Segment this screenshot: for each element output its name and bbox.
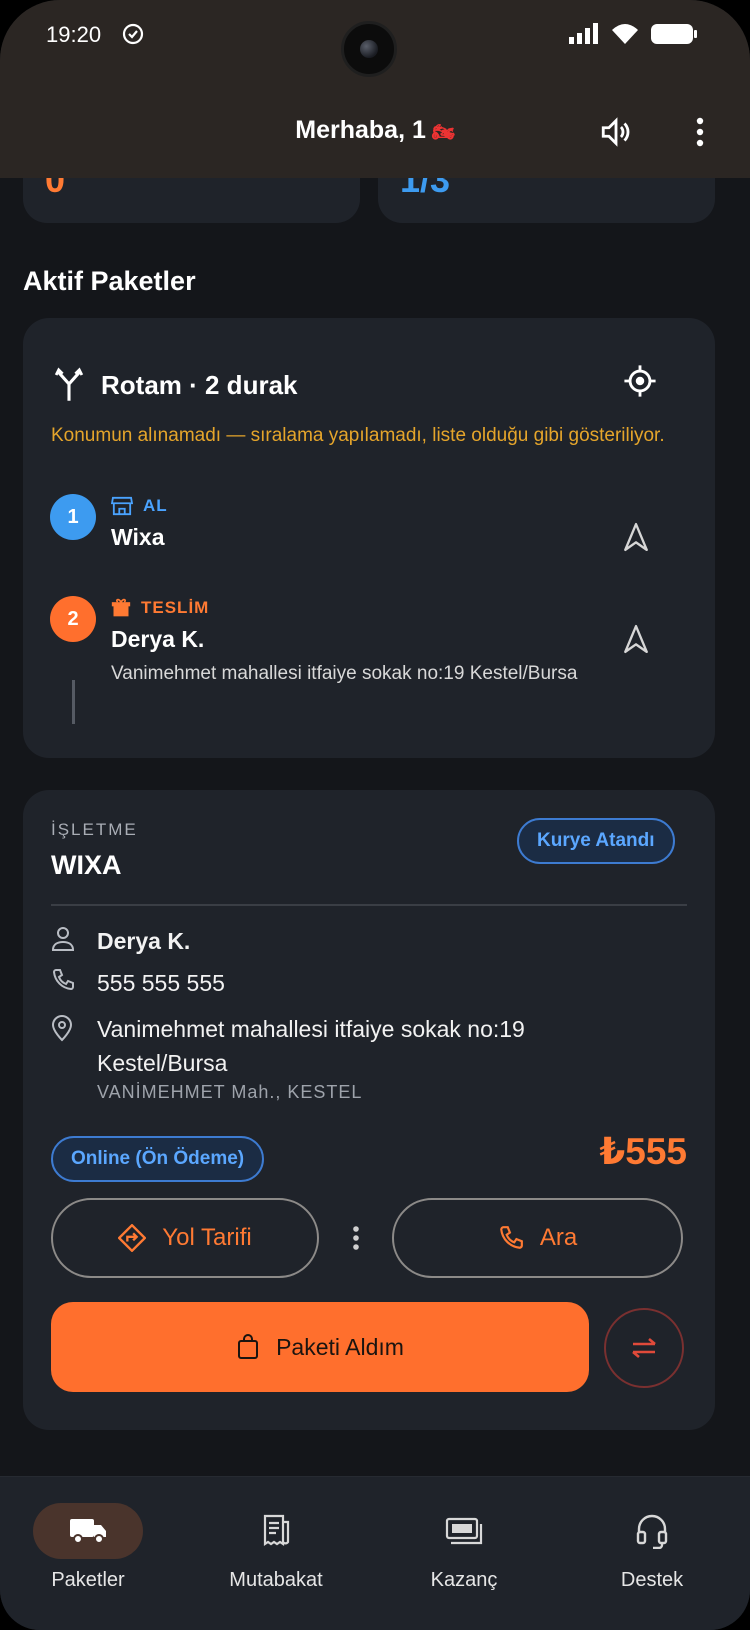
directions-button[interactable]: Yol Tarifi xyxy=(51,1198,319,1278)
bottom-navigation: Paketler Mutabakat Kazanç Destek xyxy=(0,1476,750,1630)
business-name: WIXA xyxy=(51,850,122,880)
front-camera xyxy=(341,21,397,77)
stop-number-badge: 2 xyxy=(50,596,96,642)
signal-icon xyxy=(569,23,598,44)
customer-phone: 555 555 555 xyxy=(97,970,225,996)
route-card: Rotam · 2 durak Konumun alınamadı — sıra… xyxy=(23,318,715,758)
customer-address: Vanimehmet mahallesi itfaiye sokak no:19… xyxy=(97,1016,525,1076)
stop-number-badge: 1 xyxy=(50,494,96,540)
customer-district: VANİMEHMET Mah., KESTEL xyxy=(97,1082,363,1102)
nav-item-mutabakat[interactable]: Mutabakat xyxy=(196,1503,356,1592)
more-vertical-icon xyxy=(353,1226,359,1250)
truck-icon xyxy=(70,1519,106,1544)
swap-button[interactable] xyxy=(604,1308,684,1388)
stop-name: Derya K. xyxy=(111,626,205,652)
wifi-icon xyxy=(612,24,638,44)
section-title: Aktif Paketler xyxy=(23,266,196,296)
customer-row: Derya K. xyxy=(51,924,190,958)
store-icon xyxy=(111,496,133,516)
phone-icon xyxy=(499,1226,523,1249)
route-fork-icon xyxy=(54,367,84,401)
motorcycle-emoji: 🏍 xyxy=(431,122,455,142)
route-title: Rotam · 2 durak xyxy=(101,370,298,400)
status-time: 19:20 xyxy=(46,22,102,47)
sound-button[interactable] xyxy=(594,110,638,154)
phone-row: 555 555 555 xyxy=(51,966,225,1000)
speaker-icon xyxy=(601,117,630,147)
more-actions-button[interactable] xyxy=(341,1218,371,1258)
location-pin-icon xyxy=(51,1015,73,1042)
order-price: ₺555 xyxy=(599,1131,687,1172)
status-badge: Kurye Atandı xyxy=(517,818,675,864)
shopping-bag-icon xyxy=(238,1334,259,1359)
locate-button[interactable] xyxy=(623,364,657,403)
stat-value-left: 0 xyxy=(45,178,66,200)
stop-navigate-button[interactable] xyxy=(623,624,649,659)
receipt-icon xyxy=(263,1514,290,1547)
battery-icon xyxy=(651,24,697,44)
stat-card-right: 1/3 xyxy=(378,178,715,223)
headset-icon xyxy=(636,1514,668,1549)
my-location-icon xyxy=(624,365,656,397)
location-warning: Konumun alınamadı — sıralama yapılamadı,… xyxy=(51,425,665,446)
navigation-arrow-icon xyxy=(624,624,648,654)
navigation-arrow-icon xyxy=(624,522,648,552)
app-header: 19:20 Merhaba, 1 🏍 xyxy=(0,0,750,178)
stat-value-right: 1/3 xyxy=(400,178,451,200)
divider xyxy=(51,904,687,906)
address-row: Vanimehmet mahallesi itfaiye sokak no:19… xyxy=(51,1012,617,1103)
stop-name: Wixa xyxy=(111,524,165,550)
stop-navigate-button[interactable] xyxy=(623,522,649,557)
nav-item-paketler[interactable]: Paketler xyxy=(8,1503,168,1592)
stop-type-pickup: AL xyxy=(111,496,168,516)
phone-screen: 19:20 Merhaba, 1 🏍 0 1/3 Aktif Paketler … xyxy=(0,0,750,1630)
more-vertical-icon xyxy=(696,117,704,147)
swap-arrows-icon xyxy=(632,1338,656,1358)
person-icon xyxy=(51,927,75,951)
gift-box-icon xyxy=(111,598,131,617)
stop-type-delivery: TESLİM xyxy=(111,598,209,618)
overflow-menu-button[interactable] xyxy=(678,110,722,154)
nav-item-kazanc[interactable]: Kazanç xyxy=(384,1503,544,1592)
stop-address: Vanimehmet mahallesi itfaiye sokak no:19… xyxy=(111,663,578,684)
cash-icon xyxy=(445,1517,483,1545)
payment-method-badge: Online (Ön Ödeme) xyxy=(51,1136,265,1182)
business-label: İŞLETME xyxy=(51,820,138,839)
directions-icon xyxy=(118,1224,147,1252)
packages-content[interactable]: 0 1/3 Aktif Paketler Rotam · 2 durak Kon… xyxy=(0,178,750,1476)
call-button[interactable]: Ara xyxy=(392,1198,683,1278)
picked-up-button[interactable]: Paketi Aldım xyxy=(51,1302,589,1392)
customer-name: Derya K. xyxy=(97,928,191,954)
nav-item-destek[interactable]: Destek xyxy=(572,1503,732,1592)
sync-icon xyxy=(122,23,144,45)
stop-connector xyxy=(72,680,75,724)
stat-card-left: 0 xyxy=(23,178,360,223)
phone-icon xyxy=(52,969,74,991)
order-card: İŞLETME WIXA Kurye Atandı Derya K. 555 5… xyxy=(23,790,715,1430)
